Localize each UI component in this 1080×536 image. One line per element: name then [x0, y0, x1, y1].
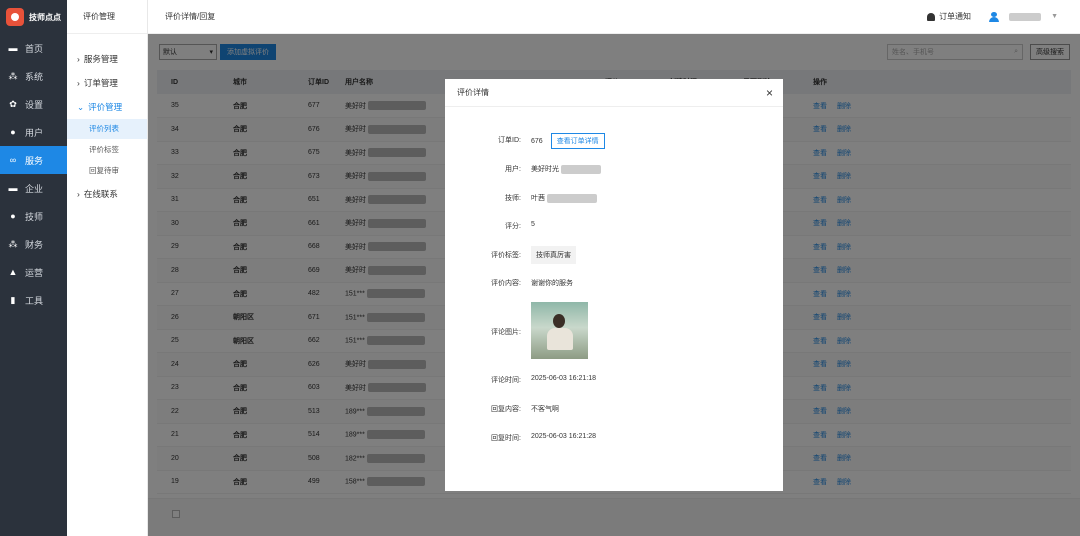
sidebar-item-2[interactable]: ✿ 设置: [0, 90, 67, 118]
main-sidebar: 技师点点 ▬ 首页 ⁂ 系统 ✿ 设置 ● 用户 ∞ 服务 ▬ 企业 ● 技师 ⁂ 财务 ▲ 运营 ▮ 工具: [0, 0, 67, 536]
sitemap-icon: ⁂: [8, 238, 18, 249]
field-label: 评分:: [505, 223, 521, 230]
field-user: 用户: 美好时光: [445, 164, 783, 174]
modal-header: 评价详情 ×: [445, 79, 783, 107]
monitor-icon: ▬: [8, 43, 18, 53]
sidebar-group-order[interactable]: › 订单管理: [67, 72, 147, 94]
gear-icon: ✿: [9, 98, 17, 109]
review-tag: 技师真厉害: [531, 246, 576, 264]
modal-title: 评价详情: [457, 88, 489, 97]
close-icon[interactable]: ×: [766, 86, 773, 100]
order-id-value: 676: [531, 137, 543, 145]
rating-value: 5: [531, 221, 535, 228]
sidebar-item-label: 服务: [25, 155, 44, 166]
group-label: 服务管理: [83, 54, 118, 64]
sidebar-item-label: 用户: [25, 127, 44, 138]
user-icon: ●: [10, 211, 16, 221]
field-review-content: 评价内容: 谢谢你的服务: [445, 278, 783, 288]
group-label: 在线联系: [83, 189, 118, 199]
field-label: 订单ID:: [498, 137, 521, 144]
sidebar-item-4[interactable]: ∞ 服务: [0, 146, 67, 174]
reply-content-value: 不客气啊: [531, 406, 559, 413]
building-icon: ▬: [8, 183, 18, 193]
chevron-down-icon: ⌄: [77, 101, 85, 112]
sidebar-item-5[interactable]: ▬ 企业: [0, 174, 67, 202]
sidebar-item-7[interactable]: ⁂ 财务: [0, 230, 67, 258]
sidebar-item-label: 财务: [25, 239, 44, 250]
sidebar-item-label: 系统: [25, 71, 44, 82]
field-technician: 技师: 叶茜: [445, 193, 783, 203]
sidebar-item-6[interactable]: ● 技师: [0, 202, 67, 230]
chevron-right-icon: ›: [77, 189, 80, 199]
sidebar-item-8[interactable]: ▲ 运营: [0, 258, 67, 286]
caret-down-icon: ▼: [1051, 13, 1058, 20]
sidebar-item-label: 设置: [25, 99, 44, 110]
sidebar-item-review-list[interactable]: 评价列表: [67, 119, 147, 139]
chart-icon: ▲: [8, 267, 18, 277]
section-title: 评价管理: [67, 0, 147, 34]
brand[interactable]: 技师点点: [0, 0, 67, 34]
sidebar-group-online-contact[interactable]: › 在线联系: [67, 183, 147, 205]
sidebar-item-label: 企业: [25, 183, 44, 194]
secondary-sidebar: 评价管理 › 服务管理 › 订单管理 ⌄ 评价管理 评价列表 评价标签 回复待审…: [67, 0, 148, 536]
user-avatar-icon: [989, 11, 1000, 22]
sidebar-item-review-tags[interactable]: 评价标签: [67, 140, 147, 160]
review-image-thumbnail[interactable]: [531, 302, 588, 359]
technician-value: 叶茜: [531, 195, 545, 202]
brand-name: 技师点点: [29, 12, 61, 22]
field-reply-time: 回复时间: 2025-06-03 16:21:28: [445, 433, 783, 443]
link-icon: ∞: [9, 155, 17, 165]
sidebar-item-9[interactable]: ▮ 工具: [0, 286, 67, 314]
review-detail-modal: 评价详情 × 订单ID: 676 查看订单详情 用户: 美好时光 技师: 叶茜 …: [445, 79, 783, 491]
view-order-detail-button[interactable]: 查看订单详情: [550, 133, 605, 149]
user-menu[interactable]: ▼: [989, 11, 1058, 22]
bell-icon: [927, 12, 936, 21]
notification-label: 订单通知: [939, 12, 972, 21]
sidebar-item-label: 首页: [25, 43, 44, 54]
order-notification[interactable]: 订单通知: [927, 11, 971, 22]
sidebar-item-0[interactable]: ▬ 首页: [0, 34, 67, 62]
field-review-tags: 评价标签: 技师真厉害: [445, 246, 783, 264]
sidebar-group-review[interactable]: ⌄ 评价管理: [67, 96, 147, 118]
sidebar-item-3[interactable]: ● 用户: [0, 118, 67, 146]
group-label: 评价管理: [88, 102, 123, 112]
field-label: 技师:: [505, 195, 521, 202]
breadcrumb: 评价详情/回复: [165, 12, 216, 21]
sidebar-item-label: 技师: [25, 211, 44, 222]
sidebar-group-service[interactable]: › 服务管理: [67, 48, 147, 70]
field-label: 用户:: [505, 166, 521, 173]
redacted-text: [561, 164, 601, 174]
user-name-redacted: [1009, 12, 1042, 21]
redacted-text: [547, 193, 597, 203]
field-label: 评论图片:: [491, 329, 521, 336]
field-label: 回复时间:: [491, 435, 521, 442]
group-label: 订单管理: [83, 78, 118, 88]
review-content-value: 谢谢你的服务: [531, 280, 573, 287]
field-rating: 评分: 5: [445, 221, 783, 231]
sidebar-item-1[interactable]: ⁂ 系统: [0, 62, 67, 90]
chevron-right-icon: ›: [77, 78, 80, 88]
briefcase-icon: ▮: [10, 294, 16, 305]
field-label: 评论时间:: [491, 377, 521, 384]
reply-time-value: 2025-06-03 16:21:28: [531, 433, 596, 440]
field-label: 评价标签:: [491, 252, 521, 259]
sidebar-item-label: 工具: [25, 295, 44, 306]
field-label: 回复内容:: [491, 406, 521, 413]
comment-time-value: 2025-06-03 16:21:18: [531, 375, 596, 382]
chevron-right-icon: ›: [77, 54, 80, 64]
sidebar-item-label: 运营: [25, 267, 44, 278]
field-reply-content: 回复内容: 不客气啊: [445, 404, 783, 414]
user-icon: ●: [10, 127, 16, 137]
field-order-id: 订单ID: 676 查看订单详情: [445, 133, 783, 149]
top-header: 评价详情/回复 订单通知 ▼: [148, 0, 1080, 34]
field-review-image: 评论图片:: [445, 302, 783, 359]
field-comment-time: 评论时间: 2025-06-03 16:21:18: [445, 375, 783, 385]
user-value: 美好时光: [531, 166, 559, 173]
sitemap-icon: ⁂: [8, 70, 18, 81]
brand-logo-icon: [6, 8, 24, 26]
sidebar-item-reply-pending[interactable]: 回复待审: [67, 161, 147, 181]
field-label: 评价内容:: [491, 280, 521, 287]
